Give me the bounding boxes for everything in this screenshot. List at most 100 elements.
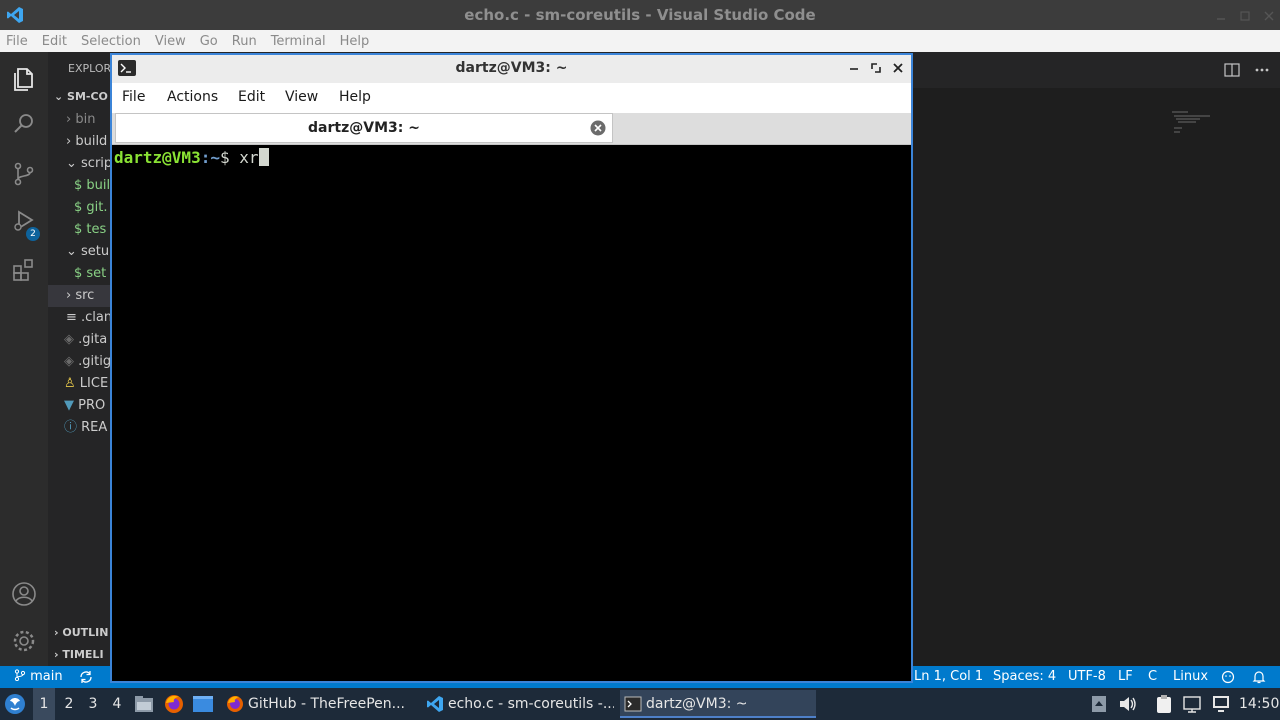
terminal-window-controls — [847, 60, 905, 74]
task-firefox-github[interactable]: GitHub - TheFreePen... — [222, 690, 414, 718]
terminal-menubar: File Actions Edit View Help — [112, 83, 911, 113]
sync-icon[interactable] — [79, 670, 93, 684]
tree-item-pro[interactable]: ▼ PRO — [48, 395, 112, 417]
eol-status[interactable]: LF — [1118, 669, 1133, 684]
language-status[interactable]: C — [1148, 669, 1157, 684]
tree-item-bin[interactable]: › bin — [48, 109, 112, 131]
clipboard-icon[interactable] — [1154, 694, 1174, 714]
close-icon[interactable] — [891, 60, 905, 74]
vscode-titlebar: echo.c - sm-coreutils - Visual Studio Co… — [0, 0, 1280, 30]
tree-item-readme[interactable]: ⓘ REA — [48, 417, 112, 439]
chevron-down-icon: ⌄ — [66, 156, 82, 171]
maximize-icon[interactable] — [869, 60, 883, 74]
prompt-user: dartz@VM3 — [114, 148, 201, 167]
git-diamond-icon: ◈ — [64, 332, 79, 347]
tree-item-build[interactable]: › build — [48, 131, 112, 153]
platform-status[interactable]: Linux — [1173, 669, 1208, 684]
split-editor-icon[interactable] — [1224, 62, 1240, 78]
terminal-output[interactable]: dartz@VM3:~$ xr — [112, 146, 911, 681]
menu-run[interactable]: Run — [232, 34, 257, 49]
file-manager-icon[interactable] — [134, 695, 154, 713]
minimize-icon[interactable] — [1216, 6, 1226, 20]
menu-file[interactable]: File — [6, 34, 28, 49]
menu-view[interactable]: View — [155, 34, 186, 49]
terminal-titlebar[interactable]: dartz@VM3: ~ — [112, 55, 911, 83]
cursor-position[interactable]: Ln 1, Col 1 — [914, 669, 983, 684]
terminal-menu-file[interactable]: File — [122, 89, 145, 105]
workspace-2[interactable]: 2 — [62, 688, 76, 720]
terminal-menu-help[interactable]: Help — [339, 89, 371, 105]
terminal-icon — [624, 696, 642, 712]
menu-help[interactable]: Help — [340, 34, 370, 49]
app-menu-icon[interactable] — [4, 693, 26, 715]
workspace-3[interactable]: 3 — [86, 688, 100, 720]
extensions-icon[interactable] — [10, 256, 38, 284]
more-actions-icon[interactable] — [1254, 62, 1270, 78]
workspace-root[interactable]: ⌄ SM-CO — [48, 86, 112, 108]
outline-section[interactable]: › OUTLIN — [48, 622, 112, 644]
clock[interactable]: 14:50 — [1239, 688, 1279, 720]
terminal-window-title: dartz@VM3: ~ — [455, 60, 568, 76]
account-icon[interactable] — [10, 580, 38, 608]
close-icon[interactable] — [1264, 6, 1274, 21]
command-input[interactable]: xr — [239, 148, 258, 167]
chevron-right-icon: › — [66, 112, 76, 127]
menu-terminal[interactable]: Terminal — [271, 34, 326, 49]
workspace-1[interactable]: 1 — [33, 688, 55, 720]
workspace-4[interactable]: 4 — [110, 688, 124, 720]
tree-item-gitattributes[interactable]: ◈ .gita — [48, 329, 112, 351]
tree-item-setup[interactable]: ⌄ setu — [48, 241, 112, 263]
menu-selection[interactable]: Selection — [81, 34, 141, 49]
tree-item-license[interactable]: ♙ LICE — [48, 373, 112, 395]
display-icon[interactable] — [1182, 694, 1202, 714]
git-diamond-icon: ◈ — [64, 354, 79, 369]
terminal-menu-edit[interactable]: Edit — [238, 89, 265, 105]
tree-item-git-script[interactable]: $ git. — [48, 197, 112, 219]
terminal-tab[interactable]: dartz@VM3: ~ — [115, 113, 613, 143]
search-icon[interactable] — [10, 110, 38, 138]
tree-item-test-script[interactable]: $ tes — [48, 219, 112, 241]
volume-icon[interactable] — [1118, 695, 1138, 713]
menu-edit[interactable]: Edit — [42, 34, 67, 49]
source-control-icon[interactable] — [10, 160, 38, 188]
window-controls — [1216, 6, 1274, 21]
tree-item-build-script[interactable]: $ buil — [48, 175, 112, 197]
chevron-down-icon: ⌄ — [54, 90, 68, 103]
tree-item-setup-script[interactable]: $ set — [48, 263, 112, 285]
encoding-status[interactable]: UTF-8 — [1068, 669, 1106, 684]
settings-gear-icon[interactable] — [10, 627, 38, 655]
lines-icon: ≡ — [66, 310, 82, 325]
terminal-menu-actions[interactable]: Actions — [167, 89, 218, 105]
tab-close-icon[interactable] — [590, 120, 606, 136]
terminal-tab-label: dartz@VM3: ~ — [308, 120, 420, 136]
branch-status[interactable]: main — [14, 669, 63, 684]
explorer-icon[interactable] — [10, 64, 38, 92]
info-icon: ⓘ — [64, 420, 82, 435]
tree-item-src[interactable]: › src — [48, 285, 112, 307]
tree-item-scripts[interactable]: ⌄ scrip — [48, 153, 112, 175]
feedback-icon[interactable] — [1221, 670, 1235, 684]
show-desktop-icon[interactable] — [192, 695, 214, 713]
terminal-menu-view[interactable]: View — [285, 89, 318, 105]
minimize-icon[interactable] — [847, 60, 861, 74]
task-vscode[interactable]: echo.c - sm-coreutils -... — [422, 690, 614, 718]
task-terminal[interactable]: dartz@VM3: ~ — [620, 690, 816, 718]
tree-item-clang[interactable]: ≡ .clan — [48, 307, 112, 329]
tree-item-gitignore[interactable]: ◈ .gitig — [48, 351, 112, 373]
notifications-bell-icon[interactable] — [1252, 670, 1266, 684]
window-title: echo.c - sm-coreutils - Visual Studio Co… — [464, 6, 816, 24]
explorer-sidebar: EXPLOR ⌄ SM-CO › bin › build ⌄ scrip $ b… — [48, 52, 112, 666]
maximize-icon[interactable] — [1240, 6, 1250, 21]
branch-icon — [14, 669, 26, 682]
minimap[interactable] — [1170, 108, 1230, 138]
menu-go[interactable]: Go — [200, 34, 218, 49]
indentation-status[interactable]: Spaces: 4 — [993, 669, 1056, 684]
chevron-right-icon: › — [66, 134, 76, 149]
network-icon[interactable] — [1211, 694, 1231, 714]
tray-up-arrow-icon[interactable] — [1091, 695, 1107, 713]
firefox-icon[interactable] — [164, 694, 184, 714]
explorer-header: EXPLOR — [68, 62, 112, 75]
run-debug-icon[interactable] — [10, 206, 38, 234]
timeline-section[interactable]: › TIMELI — [48, 644, 112, 666]
chevron-right-icon: › — [66, 288, 76, 303]
